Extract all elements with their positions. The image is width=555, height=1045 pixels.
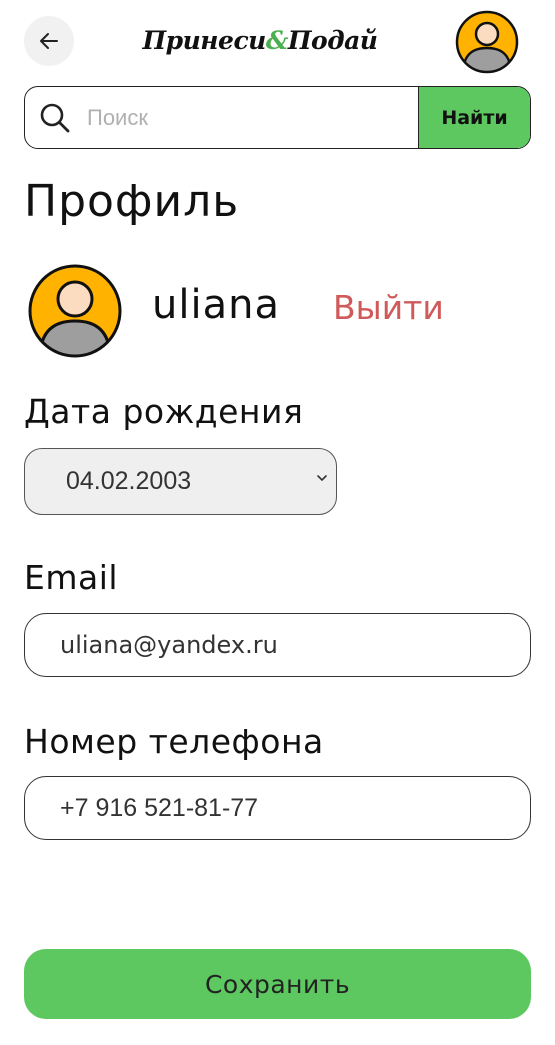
back-button[interactable] [24, 16, 74, 66]
profile-username: uliana [152, 282, 280, 328]
birthdate-select[interactable]: 04.02.2003 [24, 448, 337, 515]
user-avatar-icon[interactable] [455, 10, 519, 74]
birthdate-label: Дата рождения [24, 392, 304, 431]
search-field-wrapper [25, 87, 418, 148]
arrow-left-icon [40, 33, 58, 49]
profile-avatar-icon[interactable] [28, 264, 122, 358]
logo-text-part1: Принеси [142, 25, 267, 55]
email-field[interactable]: uliana@yandex.ru [24, 613, 531, 677]
logo-ampersand: & [265, 25, 289, 55]
phone-field[interactable]: +7 916 521-81-77 [24, 776, 531, 840]
app-logo[interactable]: Принеси & Подай [143, 18, 378, 62]
birthdate-value: 04.02.2003 [66, 467, 192, 495]
chevron-down-icon [317, 475, 327, 482]
search-bar: Найти [24, 86, 531, 149]
search-button[interactable]: Найти [418, 87, 530, 148]
email-value: uliana@yandex.ru [60, 631, 278, 659]
save-button[interactable]: Сохранить [24, 949, 531, 1019]
phone-label: Номер телефона [24, 722, 324, 761]
phone-value: +7 916 521-81-77 [60, 793, 259, 822]
app-header: Принеси & Подай [0, 0, 555, 84]
search-input[interactable] [87, 87, 410, 148]
page-title: Профиль [24, 176, 240, 227]
email-label: Email [24, 558, 119, 597]
search-icon [40, 103, 70, 133]
logo-text-part2: Подай [287, 25, 378, 55]
logout-link[interactable]: Выйти [333, 288, 444, 327]
